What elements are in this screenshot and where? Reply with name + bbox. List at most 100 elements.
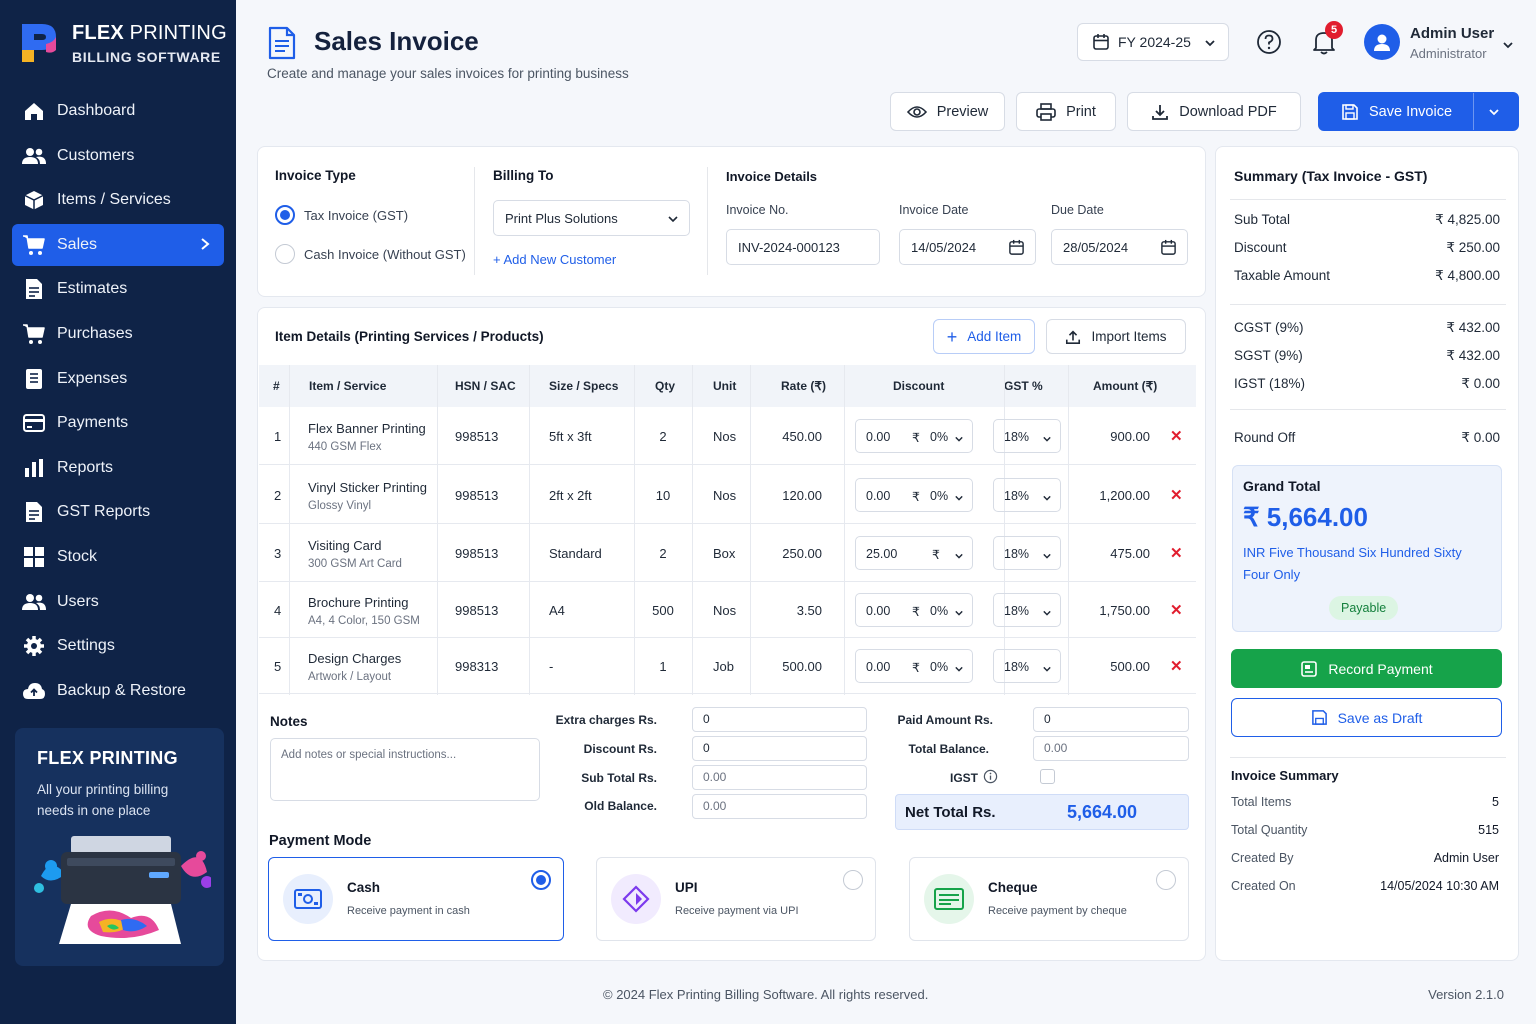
delete-row-icon[interactable]: ✕ [1170,657,1183,675]
sidebar-item-label: Customers [57,146,135,164]
total-balance-input[interactable]: 0.00 [1033,736,1189,761]
cash-invoice-label[interactable]: Cash Invoice (Without GST) [304,247,466,262]
hsn-code: 998313 [455,659,499,674]
payment-mode-cash[interactable]: Cash Receive payment in cash [268,857,564,941]
brand[interactable]: FLEX PRINTING BILLING SOFTWARE [18,20,227,66]
due-date-input[interactable]: 28/05/2024 [1051,229,1188,265]
save-as-draft-button[interactable]: Save as Draft [1231,698,1502,737]
gst-select[interactable]: 18% [993,593,1061,627]
save-invoice-button[interactable]: Save Invoice [1318,92,1519,131]
info-icon[interactable] [983,769,998,784]
old-balance-input[interactable]: 0.00 [692,794,867,819]
user-avatar[interactable] [1364,24,1400,60]
payment-mode-description: Receive payment via UPI [675,905,799,917]
item-rate: 500.00 [782,659,822,674]
item-description: A4, 4 Color, 150 GSM [308,615,420,627]
card-icon [22,411,46,435]
record-payment-button[interactable]: Record Payment [1231,649,1502,688]
sidebar-item-reports[interactable]: Reports [12,447,224,489]
chevron-down-icon [954,662,964,676]
sidebar-item-stock[interactable]: Stock [12,536,224,578]
delete-row-icon[interactable]: ✕ [1170,544,1183,562]
print-button[interactable]: Print [1016,92,1116,131]
gear-icon [22,634,46,658]
sidebar-item-payments[interactable]: Payments [12,402,224,444]
financial-year-select[interactable]: FY 2024-25 [1077,23,1229,61]
payment-mode-cheque[interactable]: Cheque Receive payment by cheque [909,857,1189,941]
payment-mode-radio[interactable] [843,870,863,890]
item-name: Vinyl Sticker Printing [308,480,427,495]
preview-button[interactable]: Preview [890,92,1005,131]
tax-invoice-radio[interactable] [275,205,295,225]
import-items-label: Import Items [1091,329,1167,344]
chevron-down-icon [668,216,678,223]
gst-select[interactable]: 18% [993,649,1061,683]
document-icon [22,277,46,301]
paid-amount-input[interactable]: 0 [1033,707,1189,732]
sidebar-item-backup-restore[interactable]: Backup & Restore [12,670,224,712]
sidebar-item-purchases[interactable]: Purchases [12,313,224,355]
download-pdf-button[interactable]: Download PDF [1127,92,1301,131]
delete-row-icon[interactable]: ✕ [1170,486,1183,504]
summary-row: IGST (18%) ₹ 0.00 [1234,376,1500,391]
discount-input[interactable]: 0.00 ₹0% [855,593,973,627]
help-icon[interactable] [1256,29,1282,55]
paid-amount-label: Paid Amount Rs. [897,713,993,727]
delete-row-icon[interactable]: ✕ [1170,427,1183,445]
payment-mode-radio[interactable] [531,870,551,890]
discount-input[interactable]: 0.00 ₹0% [855,649,973,683]
customer-select[interactable]: Print Plus Solutions [493,200,690,236]
item-size: - [549,659,554,674]
sidebar-item-dashboard[interactable]: Dashboard [12,90,224,132]
subtotal-rs-input[interactable]: 0.00 [692,765,867,790]
cash-invoice-radio[interactable] [275,244,295,264]
tax-invoice-label[interactable]: Tax Invoice (GST) [304,208,408,223]
sidebar-item-label: Reports [57,458,114,476]
item-unit: Job [713,659,734,674]
add-item-button[interactable]: + Add Item [933,319,1035,354]
delete-row-icon[interactable]: ✕ [1170,601,1183,619]
payment-mode-radio[interactable] [1156,870,1176,890]
chevron-down-icon[interactable] [1488,107,1500,117]
calendar-icon[interactable] [1160,239,1177,256]
sidebar-item-label: Dashboard [57,102,136,119]
igst-checkbox[interactable] [1040,769,1055,784]
item-qty: 10 [655,488,671,503]
discount-input[interactable]: 0.00 ₹0% [855,419,973,453]
invoice-date-input[interactable]: 14/05/2024 [899,229,1036,265]
payment-mode-upi[interactable]: UPI Receive payment via UPI [596,857,876,941]
igst-label: IGST [950,771,979,785]
user-name[interactable]: Admin User [1410,25,1494,42]
discount-rs-input[interactable]: 0 [692,736,867,761]
extra-charges-input[interactable]: 0 [692,707,867,732]
record-payment-label: Record Payment [1328,660,1433,677]
discount-input[interactable]: 0.00 ₹0% [855,478,973,512]
invoice-date-label: Invoice Date [899,203,969,217]
calendar-icon[interactable] [1008,239,1025,256]
sidebar-item-settings[interactable]: Settings [12,625,224,667]
sidebar-item-expenses[interactable]: Expenses [12,358,224,400]
invoice-summary-value: Admin User [1433,851,1499,865]
due-date-value: 28/05/2024 [1063,239,1129,255]
gst-select[interactable]: 18% [993,536,1061,570]
item-rate: 450.00 [782,429,822,444]
promo-text: All your printing billing needs in one p… [37,782,169,818]
sidebar-item-gst-reports[interactable]: GST Reports [12,491,224,533]
chevron-down-icon[interactable] [1502,40,1514,50]
save-as-draft-label: Save as Draft [1337,709,1423,726]
gst-select[interactable]: 18% [993,478,1061,512]
discount-input[interactable]: 25.00 ₹ [855,536,973,570]
gst-select[interactable]: 18% [993,419,1061,453]
sidebar-item-items-services[interactable]: Items / Services [12,179,224,221]
notes-textarea[interactable]: Add notes or special instructions... [270,738,540,801]
chevron-down-icon [954,491,964,505]
sidebar-item-estimates[interactable]: Estimates [12,268,224,310]
sidebar-item-sales[interactable]: Sales [12,223,224,266]
promo-card: FLEX PRINTING All your printing billing … [15,728,224,966]
bar-chart-icon [22,456,46,480]
invoice-no-input[interactable]: INV-2024-000123 [726,229,880,265]
add-new-customer-link[interactable]: + Add New Customer [493,252,616,267]
sidebar-item-customers[interactable]: Customers [12,135,224,177]
sidebar-item-users[interactable]: Users [12,581,224,623]
import-items-button[interactable]: Import Items [1046,319,1186,354]
